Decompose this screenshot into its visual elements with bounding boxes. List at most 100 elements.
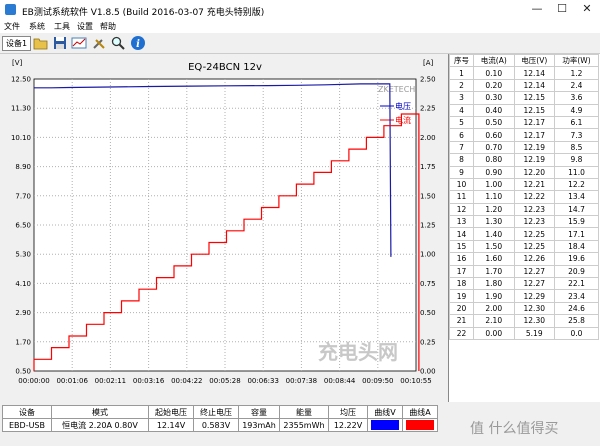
menu-help[interactable]: 帮助 — [100, 21, 116, 32]
table-row[interactable]: 14 1.40 12.25 17.1 — [448, 227, 599, 241]
cell-voltage: 12.21 — [513, 177, 556, 192]
table-row[interactable]: 7 0.70 12.19 8.5 — [448, 140, 599, 155]
cell-voltage: 12.25 — [513, 239, 556, 254]
left-tick-label: 4.10 — [15, 280, 31, 288]
cell-power: 7.3 — [554, 128, 599, 142]
table-row[interactable]: 6 0.60 12.17 7.3 — [448, 128, 599, 142]
menu-tools[interactable]: 工具 — [54, 21, 70, 32]
menu-system[interactable]: 系统 — [29, 21, 45, 32]
cell-index: 10 — [448, 177, 475, 192]
cell-voltage: 12.26 — [513, 252, 556, 266]
table-row[interactable]: 11 1.10 12.22 13.4 — [448, 190, 599, 204]
cell-voltage: 12.27 — [513, 264, 556, 279]
cell-index: 14 — [448, 227, 475, 241]
cell-current: 1.50 — [473, 239, 515, 254]
cell-index: 17 — [448, 264, 475, 279]
right-tick-label: 2.00 — [420, 134, 436, 142]
table-row[interactable]: 22 0.00 5.19 0.0 — [448, 326, 599, 341]
table-row[interactable]: 10 1.00 12.21 12.2 — [448, 177, 599, 192]
col-current-header[interactable]: 电流(A) — [473, 53, 515, 68]
cell-voltage: 12.23 — [513, 202, 556, 217]
table-row[interactable]: 17 1.70 12.27 20.9 — [448, 264, 599, 279]
cell-power: 19.6 — [554, 252, 599, 266]
minimize-button[interactable]: — — [528, 2, 546, 15]
cell-current: 1.70 — [473, 264, 515, 279]
table-row[interactable]: 5 0.50 12.17 6.1 — [448, 115, 599, 130]
x-tick-label: 00:10:55 — [400, 377, 431, 385]
table-row[interactable]: 21 2.10 12.30 25.8 — [448, 314, 599, 328]
menu-file[interactable]: 文件 — [4, 21, 20, 32]
menu-settings[interactable]: 设置 — [77, 21, 93, 32]
cell-index: 19 — [448, 289, 475, 303]
summary-capacity-value: 193mAh — [238, 418, 280, 432]
save-icon[interactable] — [52, 35, 68, 51]
info-icon[interactable]: i — [130, 35, 146, 51]
cell-current: 0.00 — [473, 326, 515, 341]
table-row[interactable]: 16 1.60 12.26 19.6 — [448, 252, 599, 266]
left-tick-label: 6.50 — [15, 222, 31, 230]
chart-area: EQ-24BCN 12v [V] [A] 12.50 11.30 10.10 8.90… — [0, 54, 446, 402]
right-axis-unit: [A] — [423, 59, 434, 67]
chart-view-icon[interactable] — [71, 35, 87, 51]
cell-voltage: 12.15 — [513, 91, 556, 105]
summary-start-voltage-header: 起始电压 — [148, 405, 194, 419]
table-row[interactable]: 12 1.20 12.23 14.7 — [448, 202, 599, 217]
cell-voltage: 12.23 — [513, 215, 556, 229]
summary-end-voltage-header: 终止电压 — [193, 405, 239, 419]
col-voltage-header[interactable]: 电压(V) — [513, 53, 556, 68]
maximize-button[interactable]: ☐ — [553, 2, 571, 15]
table-row[interactable]: 8 0.80 12.19 9.8 — [448, 153, 599, 167]
cell-voltage: 12.17 — [513, 115, 556, 130]
cell-power: 3.6 — [554, 91, 599, 105]
right-tick-label: 0.25 — [420, 338, 436, 346]
cell-voltage: 12.20 — [513, 165, 556, 179]
table-row[interactable]: 15 1.50 12.25 18.4 — [448, 239, 599, 254]
table-row[interactable]: 20 2.00 12.30 24.6 — [448, 301, 599, 316]
cell-power: 23.4 — [554, 289, 599, 303]
table-row[interactable]: 13 1.30 12.23 15.9 — [448, 215, 599, 229]
table-row[interactable]: 9 0.90 12.20 11.0 — [448, 165, 599, 179]
cell-voltage: 12.19 — [513, 153, 556, 167]
table-row[interactable]: 18 1.80 12.27 22.1 — [448, 277, 599, 291]
table-row[interactable]: 19 1.90 12.29 23.4 — [448, 289, 599, 303]
right-tick-label: 1.50 — [420, 192, 436, 200]
x-axis-ticks: 00:00:00 00:01:06 00:02:11 00:03:16 00:04:22… — [18, 377, 431, 385]
cell-voltage: 12.29 — [513, 289, 556, 303]
points-table-panel: 序号 电流(A) 电压(V) 功率(W) 1 0.10 12.14 1.2 2 0.20 1… — [448, 53, 600, 402]
col-power-header[interactable]: 功率(W) — [554, 53, 599, 68]
table-row[interactable]: 3 0.30 12.15 3.6 — [448, 91, 599, 105]
summary-curve-a-swatch-cell[interactable] — [402, 418, 438, 432]
left-axis-ticks: 12.50 11.30 10.10 8.90 7.70 6.50 5.30 4.10 2.90 1… — [11, 76, 31, 376]
folder-open-icon[interactable] — [33, 35, 49, 51]
curve-a-color-swatch[interactable] — [406, 420, 434, 430]
table-row[interactable]: 4 0.40 12.15 4.9 — [448, 103, 599, 117]
right-tick-label: 0.75 — [420, 280, 436, 288]
cell-index: 6 — [448, 128, 475, 142]
left-tick-label: 12.50 — [11, 76, 31, 84]
points-table: 序号 电流(A) 电压(V) 功率(W) 1 0.10 12.14 1.2 2 0.20 1… — [448, 53, 599, 341]
cell-current: 0.60 — [473, 128, 515, 142]
cell-current: 1.80 — [473, 277, 515, 291]
left-axis-unit: [V] — [12, 59, 23, 67]
close-button[interactable]: ✕ — [578, 2, 596, 15]
zoom-icon[interactable] — [110, 35, 126, 51]
cell-current: 0.70 — [473, 140, 515, 155]
summary-avg-voltage-value: 12.22V — [328, 418, 368, 432]
x-tick-label: 00:09:50 — [362, 377, 393, 385]
cell-voltage: 12.27 — [513, 277, 556, 291]
toolbar: 设备1 i — [0, 33, 600, 54]
tools-icon[interactable] — [91, 35, 107, 51]
cell-current: 1.00 — [473, 177, 515, 192]
cell-voltage: 12.14 — [513, 66, 556, 80]
curve-v-color-swatch[interactable] — [371, 420, 399, 430]
table-row[interactable]: 2 0.20 12.14 2.4 — [448, 78, 599, 93]
table-row[interactable]: 1 0.10 12.14 1.2 — [448, 66, 599, 80]
right-tick-label: 2.50 — [420, 76, 436, 84]
device-select-button[interactable]: 设备1 — [2, 36, 32, 51]
title-bar: EB测试系统软件 V1.8.5 (Build 2016-03-07 充电头特别版… — [0, 0, 600, 21]
col-index-header[interactable]: 序号 — [448, 53, 475, 68]
summary-curve-v-swatch-cell[interactable] — [367, 418, 403, 432]
left-tick-label: 5.30 — [15, 251, 31, 259]
summary-mode-value: 恒电流 2.20A 0.80V — [51, 418, 149, 432]
zketech-watermark: ZKETECH — [378, 85, 415, 94]
